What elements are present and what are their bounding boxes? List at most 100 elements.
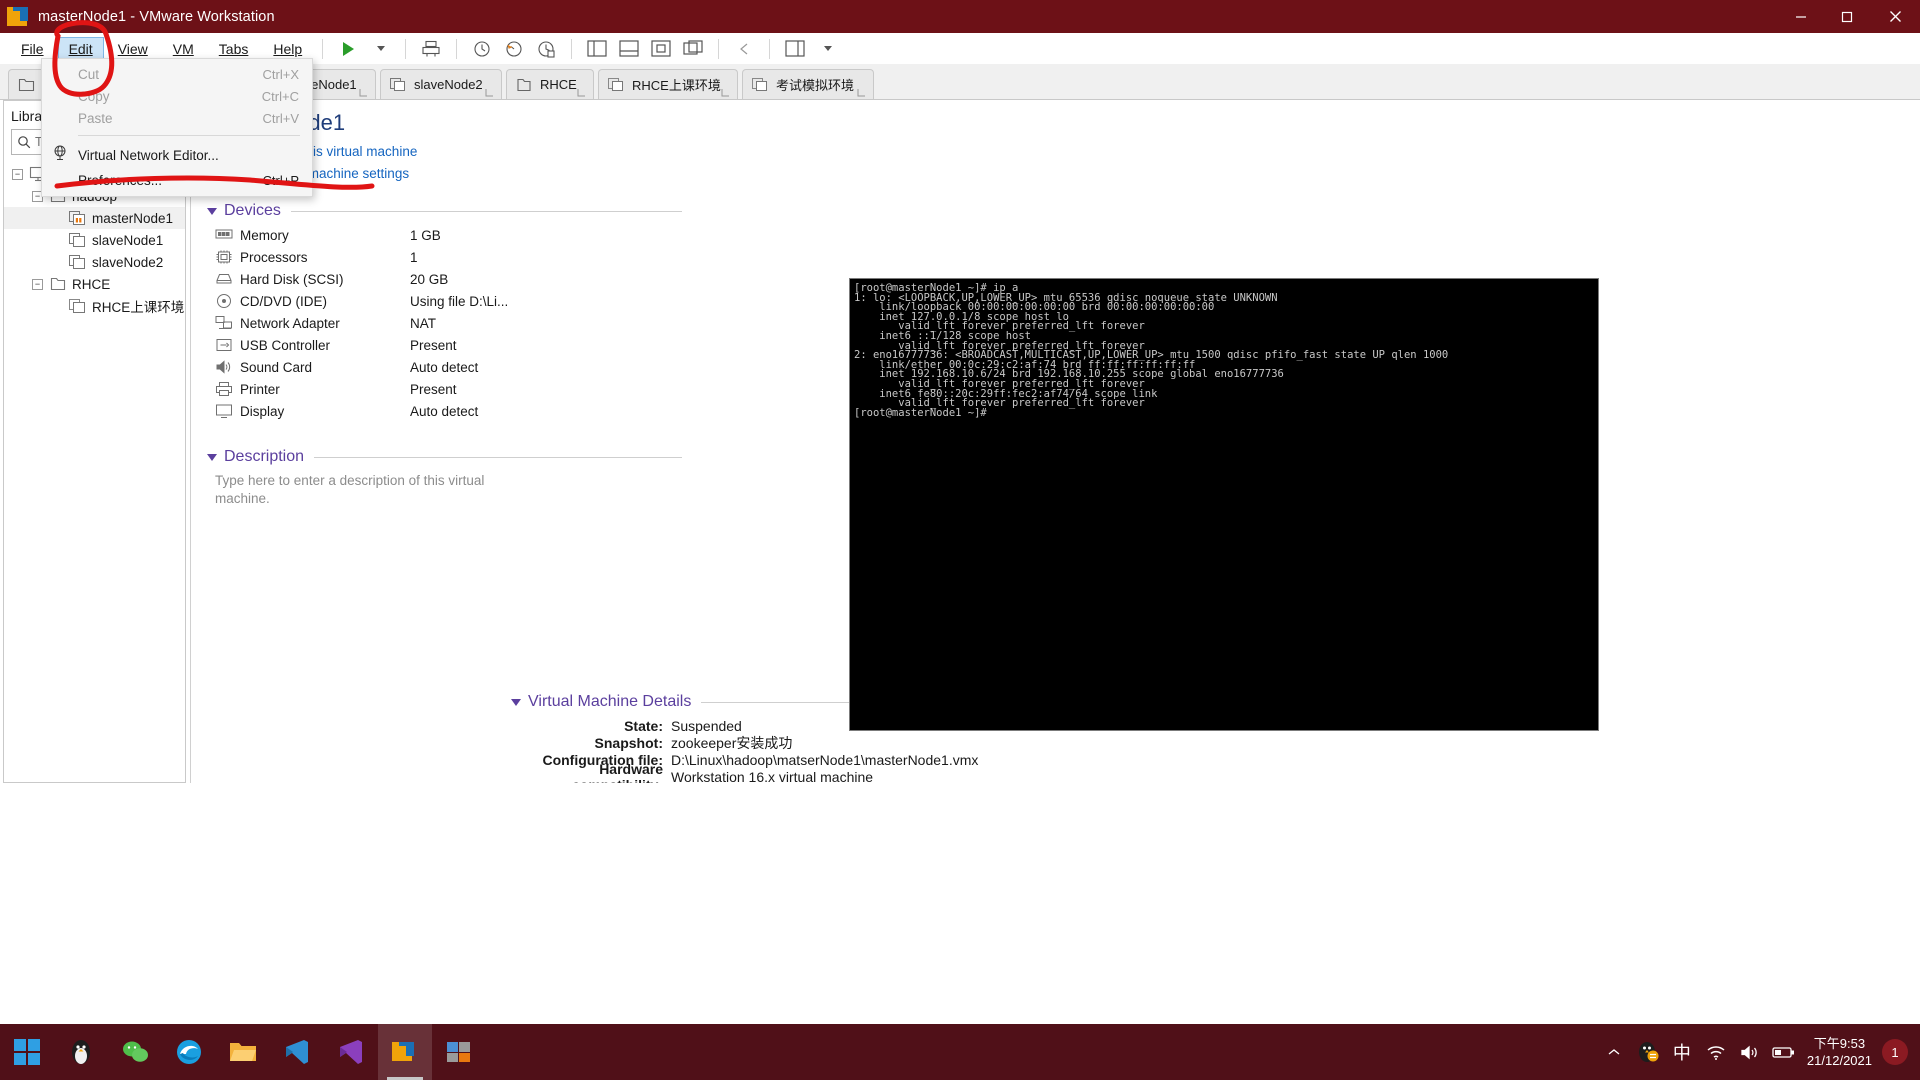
wechat-icon[interactable] [108, 1024, 162, 1080]
edge-browser-icon[interactable] [162, 1024, 216, 1080]
chevron-up-icon[interactable] [1597, 1024, 1631, 1080]
show-library-icon[interactable] [584, 37, 610, 61]
expander-icon[interactable]: − [12, 168, 23, 180]
notification-badge[interactable]: 1 [1882, 1039, 1908, 1065]
tab-rhce-class-env[interactable]: RHCE上课环境 [598, 69, 738, 99]
menu-item-copy[interactable]: Copy Ctrl+C [42, 85, 312, 107]
battery-icon[interactable] [1767, 1024, 1801, 1080]
vm-summary-pane: masterNode1 Power on this virtual machin… [190, 100, 1920, 783]
clock-time: 下午9:53 [1813, 1036, 1866, 1051]
description-textarea[interactable]: Type here to enter a description of this… [215, 472, 505, 508]
toolbar-divider [769, 38, 771, 59]
detail-value: Suspended [671, 717, 742, 734]
menu-item-shortcut: Ctrl+C [261, 88, 299, 104]
vscode-icon[interactable] [270, 1024, 324, 1080]
layout-caret-icon[interactable] [814, 37, 840, 61]
window-title: masterNode1 - VMware Workstation [38, 8, 275, 25]
toolbar-divider [571, 38, 573, 59]
device-value: Auto detect [410, 403, 479, 419]
fullscreen-icon[interactable] [648, 37, 674, 61]
tree-item-masternode1[interactable]: masterNode1 [4, 207, 185, 229]
vm-group-icon [752, 77, 769, 92]
minimize-button[interactable] [1778, 0, 1824, 33]
file-explorer-icon[interactable] [216, 1024, 270, 1080]
device-row-memory[interactable]: Memory 1 GB [215, 224, 1920, 246]
tab-pin-icon[interactable] [359, 85, 368, 97]
volume-icon[interactable] [1733, 1024, 1767, 1080]
menu-item-virtual-network-editor[interactable]: Virtual Network Editor... [42, 142, 312, 168]
menu-item-shortcut: Ctrl+V [262, 110, 299, 126]
power-on-link[interactable]: Power on this virtual machine [217, 140, 1920, 162]
windows-start-icon[interactable] [0, 1024, 54, 1080]
show-thumbnail-bar-icon[interactable] [616, 37, 642, 61]
tree-item-label: RHCE [72, 276, 111, 292]
menu-item-preferences[interactable]: Preferences... Ctrl+P [42, 168, 312, 192]
tab-pin-icon[interactable] [857, 85, 866, 97]
menu-tabs-label: Tabs [218, 40, 249, 57]
device-name: Memory [240, 227, 289, 243]
vm-console-preview[interactable]: [root@masterNode1 ~]# ip a 1: lo: <LOOPB… [849, 278, 1599, 731]
ime-chinese-icon[interactable]: 中 [1665, 1024, 1699, 1080]
taskbar-clock[interactable]: 下午9:53 21/12/2021 [1807, 1035, 1872, 1069]
visual-studio-icon[interactable] [324, 1024, 378, 1080]
device-value: 1 [410, 249, 418, 265]
tab-pin-icon[interactable] [485, 85, 494, 97]
tree-item-slavenode1[interactable]: slaveNode1 [4, 229, 185, 251]
menu-help[interactable]: Help [262, 37, 313, 61]
qq-penguin-icon[interactable] [1631, 1024, 1665, 1080]
menu-view-label: View [117, 40, 148, 57]
cpu-icon [215, 249, 233, 265]
tree-item-rhce[interactable]: − RHCE [4, 273, 185, 295]
device-row-processors[interactable]: Processors 1 [215, 246, 1920, 268]
revert-snapshot-icon[interactable] [501, 37, 527, 61]
menu-item-paste[interactable]: Paste Ctrl+V [42, 107, 312, 129]
expander-icon[interactable]: − [32, 278, 43, 290]
edit-settings-link[interactable]: Edit virtual machine settings [217, 162, 1920, 184]
send-ctrl-alt-del-icon[interactable] [418, 37, 444, 61]
penguin-icon[interactable] [54, 1024, 108, 1080]
vmware-workstation-icon[interactable] [378, 1024, 432, 1080]
printer-icon [215, 381, 233, 397]
tab-pin-icon[interactable] [721, 85, 730, 97]
menu-separator [78, 135, 300, 136]
snapshot-icon[interactable] [469, 37, 495, 61]
tree-item-rhce-class-env[interactable]: RHCE上课环境 [4, 295, 185, 317]
display-icon [215, 403, 233, 419]
vm-action-links: Power on this virtual machine Edit virtu… [191, 140, 1920, 184]
description-section-header[interactable]: Description [207, 448, 692, 466]
back-icon[interactable] [731, 37, 757, 61]
device-value: NAT [410, 315, 436, 331]
play-icon[interactable] [335, 37, 361, 61]
detail-value: zookeeper安装成功 [671, 734, 793, 751]
menu-item-label: Paste [78, 110, 113, 126]
section-rule [314, 456, 682, 458]
dropdown-caret-icon[interactable] [367, 37, 393, 61]
system-tray: 中 下午9:53 21/12/2021 1 [1597, 1024, 1920, 1080]
tab-pin-icon[interactable] [577, 85, 586, 97]
tab-exam-sim-env[interactable]: 考试模拟环境 [742, 69, 874, 99]
menu-tabs[interactable]: Tabs [208, 37, 260, 61]
tab-rhce[interactable]: RHCE [506, 69, 594, 99]
tab-slavenode2[interactable]: slaveNode2 [380, 69, 502, 99]
section-rule [290, 210, 682, 212]
devices-section-header[interactable]: Devices [207, 202, 692, 220]
tree-item-slavenode2[interactable]: slaveNode2 [4, 251, 185, 273]
menu-file[interactable]: File [10, 37, 55, 61]
description-section-title: Description [224, 448, 305, 465]
snapshot-manager-icon[interactable] [533, 37, 559, 61]
show-console-icon[interactable] [782, 37, 808, 61]
menu-edit-label: Edit [68, 40, 93, 57]
app-icon[interactable] [432, 1024, 486, 1080]
wifi-icon[interactable] [1699, 1024, 1733, 1080]
device-name: CD/DVD (IDE) [240, 293, 327, 309]
maximize-button[interactable] [1824, 0, 1870, 33]
toolbar-divider [718, 38, 720, 59]
menu-vm[interactable]: VM [162, 37, 205, 61]
close-button[interactable] [1870, 0, 1920, 33]
vm-group-icon [608, 77, 625, 92]
menu-edit[interactable]: Edit [57, 36, 104, 61]
unity-mode-icon[interactable] [680, 37, 706, 61]
usb-icon [215, 337, 233, 353]
menu-view[interactable]: View [107, 37, 159, 61]
menu-item-cut[interactable]: Cut Ctrl+X [42, 63, 312, 85]
